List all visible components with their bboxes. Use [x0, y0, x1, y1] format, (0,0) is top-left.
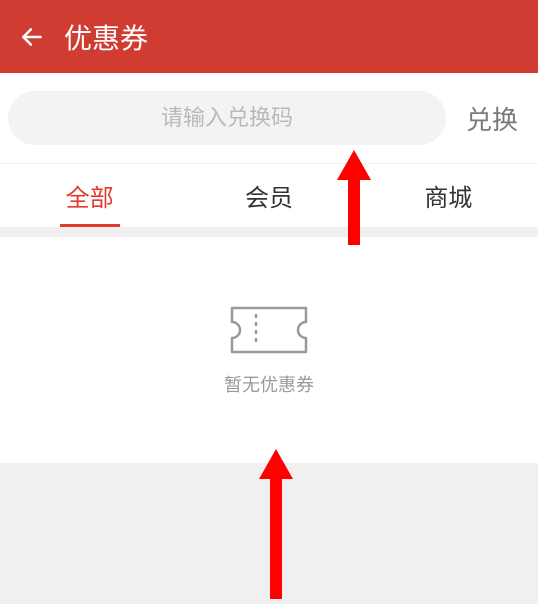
- app-header: 优惠券: [0, 0, 538, 73]
- annotation-arrow-icon: [259, 449, 293, 604]
- redeem-button[interactable]: 兑换: [460, 100, 524, 137]
- empty-text: 暂无优惠券: [224, 371, 314, 397]
- tab-all[interactable]: 全部: [0, 164, 179, 227]
- tab-mall[interactable]: 商城: [359, 164, 538, 227]
- redeem-bar: 兑换: [0, 73, 538, 163]
- tab-label: 商城: [424, 178, 472, 213]
- tab-label: 全部: [66, 178, 114, 213]
- back-icon[interactable]: [18, 23, 46, 51]
- tab-label: 会员: [245, 178, 293, 213]
- coupon-empty-icon: [228, 304, 310, 361]
- page-title: 优惠券: [64, 17, 148, 57]
- tabs: 全部 会员 商城: [0, 163, 538, 227]
- content-empty-state: 暂无优惠券: [0, 237, 538, 463]
- redeem-code-input[interactable]: [8, 91, 446, 145]
- tab-member[interactable]: 会员: [179, 164, 358, 227]
